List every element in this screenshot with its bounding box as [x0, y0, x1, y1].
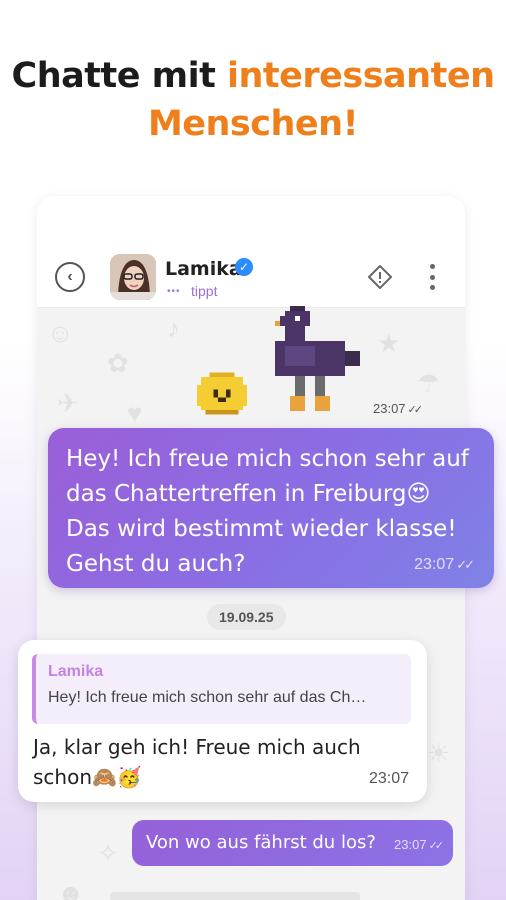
bird-sticker-icon[interactable]	[265, 306, 375, 416]
message-timestamp: 23:07 ✓✓	[394, 837, 445, 852]
avatar-image	[110, 254, 156, 300]
doodle-icon: ✈	[57, 388, 79, 418]
avatar[interactable]	[110, 254, 156, 300]
more-vertical-icon[interactable]	[427, 264, 437, 290]
headline-part3: Menschen!	[147, 104, 359, 144]
quote-text: Hey! Ich freue mich schon sehr auf das C…	[48, 689, 367, 706]
typing-indicator-icon: •••	[167, 286, 181, 297]
message-time: 23:07	[414, 556, 455, 573]
contact-name[interactable]: Lamika	[165, 258, 242, 280]
quote-author: Lamika	[48, 663, 104, 680]
outgoing-message-bubble[interactable]: Von wo aus fährst du los? 23:07 ✓✓	[132, 820, 453, 866]
doodle-icon: ♪	[167, 313, 180, 343]
doodle-icon: ☀	[427, 738, 451, 768]
sticker-timestamp: 23:07 ✓✓	[373, 401, 424, 416]
quoted-message[interactable]: Lamika Hey! Ich freue mich schon sehr au…	[32, 654, 411, 724]
sticker-time: 23:07	[373, 401, 406, 416]
promo-headline: Chatte mit interessanten Menschen!	[0, 52, 506, 148]
message-timestamp: 23:07 ✓✓	[414, 556, 475, 574]
incoming-message-bubble[interactable]: Lamika Hey! Ich freue mich schon sehr au…	[18, 640, 427, 802]
doodle-icon: ☻	[57, 878, 85, 900]
message-text: Von wo aus fährst du los?	[146, 832, 376, 853]
doodle-icon: ☺	[47, 318, 74, 348]
doodle-icon: ★	[377, 328, 401, 358]
chat-header: ‹ Lamika ✓ ••• tippt	[37, 196, 465, 308]
read-ticks-icon: ✓✓	[456, 557, 475, 572]
back-arrow-icon[interactable]: ‹	[55, 262, 85, 292]
verified-badge-icon: ✓	[235, 258, 253, 276]
read-ticks-icon: ✓✓	[407, 404, 424, 416]
message-text: Ja, klar geh ich! Freue mich auch schon🙈…	[33, 735, 361, 789]
doodle-icon: ♥	[127, 398, 143, 428]
message-time: 23:07	[368, 770, 409, 787]
report-warning-icon[interactable]	[367, 264, 393, 290]
typing-status: tippt	[191, 283, 218, 299]
blob-sticker-icon[interactable]	[197, 371, 247, 416]
headline-part1: Chatte mit	[11, 56, 228, 96]
read-ticks-icon: ✓✓	[428, 840, 445, 852]
date-separator: 19.09.25	[207, 604, 286, 630]
headline-part2: interessanten	[227, 56, 495, 96]
message-time: 23:07	[394, 837, 427, 852]
doodle-icon: ✿	[107, 348, 129, 378]
doodle-icon: ✧	[97, 838, 119, 868]
input-bar-edge	[110, 892, 360, 900]
doodle-icon: ☂	[417, 368, 441, 398]
outgoing-message-bubble[interactable]: Hey! Ich freue mich schon sehr auf das C…	[48, 428, 494, 588]
